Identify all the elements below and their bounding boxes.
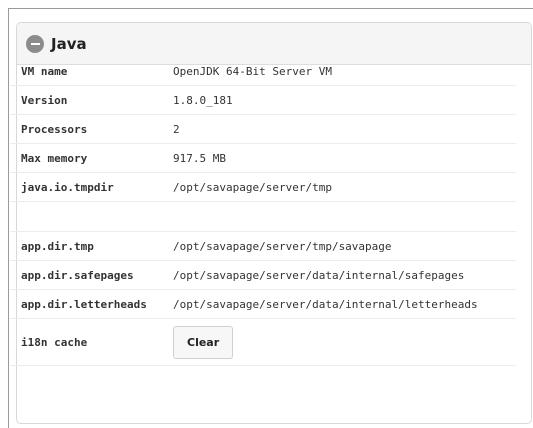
- table-row: VM name OpenJDK 64-Bit Server VM: [10, 57, 516, 86]
- row-key: java.io.tmpdir: [10, 172, 173, 202]
- row-key: app.dir.safepages: [10, 260, 173, 290]
- row-key: Max memory: [10, 143, 173, 173]
- table-row: i18n cache Clear: [10, 318, 516, 366]
- table-row: Max memory 917.5 MB: [10, 143, 516, 173]
- row-value: /opt/savapage/server/data/internal/lette…: [173, 289, 516, 319]
- row-key: i18n cache: [10, 318, 173, 366]
- row-value: OpenJDK 64-Bit Server VM: [173, 64, 332, 78]
- row-value: /opt/savapage/server/tmp/savapage: [173, 231, 516, 261]
- clear-cache-button[interactable]: Clear: [173, 325, 234, 359]
- row-key: app.dir.letterheads: [10, 289, 173, 319]
- table-row: java.io.tmpdir /opt/savapage/server/tmp: [10, 172, 516, 202]
- row-key: Version: [10, 85, 173, 115]
- row-key: app.dir.tmp: [10, 231, 173, 261]
- row-value: 1.8.0_181: [173, 85, 516, 115]
- panel-title: Java: [51, 34, 87, 53]
- minus-circle-icon[interactable]: [26, 34, 44, 53]
- java-info-table: VM name OpenJDK 64-Bit Server VM Version…: [10, 57, 516, 366]
- table-row: app.dir.letterheads /opt/savapage/server…: [10, 289, 516, 319]
- java-info-content: VM name OpenJDK 64-Bit Server VM Version…: [10, 57, 516, 366]
- row-value: 2: [173, 114, 516, 144]
- row-value: /opt/savapage/server/data/internal/safep…: [173, 260, 516, 290]
- table-row: Version 1.8.0_181: [10, 85, 516, 115]
- row-key: VM name: [21, 64, 68, 78]
- table-row: app.dir.safepages /opt/savapage/server/d…: [10, 260, 516, 290]
- row-value: /opt/savapage/server/tmp: [173, 172, 516, 202]
- table-row: app.dir.tmp /opt/savapage/server/tmp/sav…: [10, 231, 516, 261]
- table-row: Processors 2: [10, 114, 516, 144]
- spacer-row: [10, 201, 516, 232]
- row-value: 917.5 MB: [173, 143, 516, 173]
- row-key: Processors: [10, 114, 173, 144]
